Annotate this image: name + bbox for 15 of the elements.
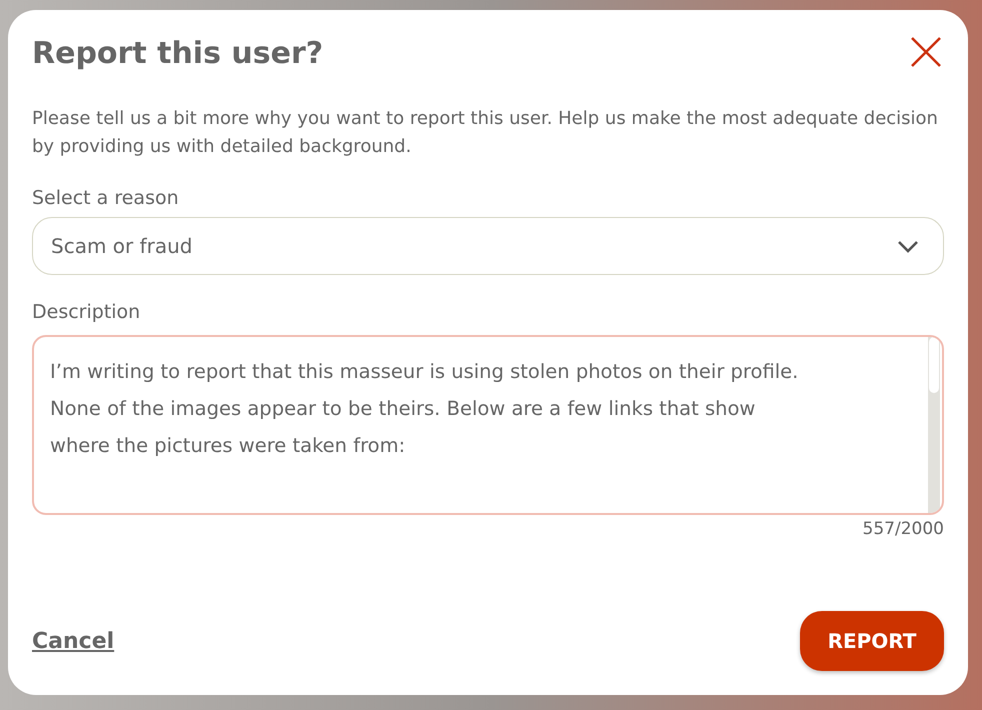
scrollbar[interactable] xyxy=(928,337,940,513)
description-text: where the pictures were taken from: xyxy=(50,433,406,459)
character-counter: 557/2000 xyxy=(862,519,944,539)
description-text: I’m writing to report that this masseur is using stolen photos on their profile. xyxy=(50,359,798,385)
description-field[interactable]: I’m writing to report that this masseur is using stolen photos on their profile. None of the images appear to be theirs. Below are a few links that show where the pictures were taken from: xyxy=(32,335,944,515)
description-text: None of the images appear to be theirs. Below are a few links that show xyxy=(50,396,756,422)
field-label: Select a reason xyxy=(32,187,179,209)
field-label: Description xyxy=(32,301,140,323)
intro-text: Please tell us a bit more why you want to report this user. Help us make the most adequate decision by providing us with detailed background. xyxy=(32,107,939,159)
chevron-down-icon xyxy=(897,240,919,252)
report-button[interactable]: REPORT xyxy=(800,611,944,671)
reason-dropdown[interactable]: Scam or fraud xyxy=(32,217,944,275)
dialog-title: Report this user? xyxy=(32,36,324,71)
cancel-link[interactable]: Cancel xyxy=(32,628,114,654)
close-icon[interactable] xyxy=(910,36,942,68)
